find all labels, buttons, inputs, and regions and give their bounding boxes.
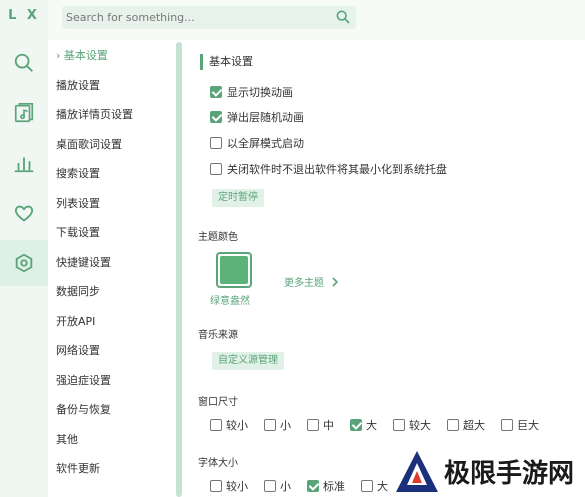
nav-item-download[interactable]: 下载设置 <box>56 223 100 243</box>
settings-content: 基本设置 显示切换动画 弹出层随机动画 以全屏模式启动 关闭软件时不退出软件将其… <box>182 40 585 497</box>
nav-item-open-api[interactable]: 开放API <box>56 312 95 332</box>
rail-leaderboard[interactable] <box>0 140 48 186</box>
nav-item-hotkey[interactable]: 快捷键设置 <box>56 253 111 273</box>
rail-settings[interactable] <box>0 240 48 286</box>
timer-pause-button[interactable]: 定时暂停 <box>212 189 264 207</box>
theme-swatch-current[interactable] <box>216 252 252 288</box>
window-size-huge[interactable]: 巨大 <box>501 417 539 433</box>
site-watermark: 极限手游网 <box>394 446 585 497</box>
window-size-title: 窗口尺寸 <box>198 397 238 408</box>
option-fullscreen-start[interactable]: 以全屏模式启动 <box>210 135 304 151</box>
sidebar-rail: L X <box>0 0 48 497</box>
window-size-medium[interactable]: 中 <box>307 417 334 433</box>
rail-my-list[interactable] <box>0 90 48 136</box>
window-size-large[interactable]: 大 <box>350 417 377 433</box>
font-size-large[interactable]: 大 <box>361 478 388 494</box>
chevron-right-icon <box>332 276 339 287</box>
nav-item-odc[interactable]: 强迫症设置 <box>56 371 111 391</box>
font-size-options: 较小 小 标准 大 <box>210 478 404 494</box>
nav-item-network[interactable]: 网络设置 <box>56 341 100 361</box>
heart-icon <box>14 205 34 222</box>
window-size-larger[interactable]: 较大 <box>393 417 431 433</box>
option-show-switch-animation[interactable]: 显示切换动画 <box>210 84 293 100</box>
nav-item-play-detail[interactable]: 播放详情页设置 <box>56 105 133 125</box>
search-icon[interactable] <box>335 9 351 25</box>
settings-icon <box>15 253 33 273</box>
nav-item-sync[interactable]: 数据同步 <box>56 282 100 302</box>
music-file-icon <box>14 103 34 123</box>
rail-search[interactable] <box>0 40 48 86</box>
custom-source-manage-button[interactable]: 自定义源管理 <box>212 352 284 370</box>
nav-item-update[interactable]: 软件更新 <box>56 459 100 479</box>
more-themes-link[interactable]: 更多主题 <box>284 274 340 289</box>
font-size-smaller[interactable]: 较小 <box>210 478 248 494</box>
theme-name: 绿意盎然 <box>210 296 250 307</box>
window-size-extra-large[interactable]: 超大 <box>447 417 485 433</box>
watermark-text: 极限手游网 <box>444 459 575 489</box>
window-size-smaller[interactable]: 较小 <box>210 417 248 433</box>
option-random-popup-animation[interactable]: 弹出层随机动画 <box>210 109 304 125</box>
music-source-title: 音乐来源 <box>198 330 238 341</box>
nav-item-other[interactable]: 其他 <box>56 430 78 450</box>
checkbox[interactable] <box>210 163 222 175</box>
theme-title: 主题颜色 <box>198 232 238 243</box>
search-input[interactable] <box>62 6 322 29</box>
top-bar <box>48 0 585 40</box>
nav-item-basic[interactable]: › 基本设置 <box>56 46 108 66</box>
window-size-small[interactable]: 小 <box>264 417 291 433</box>
watermark-logo-icon <box>396 450 438 492</box>
search-icon <box>14 53 33 72</box>
bar-chart-icon <box>14 157 34 173</box>
checkbox[interactable] <box>210 111 222 123</box>
checkbox[interactable] <box>210 137 222 149</box>
section-title-basic: 基本设置 <box>200 54 253 70</box>
font-size-small[interactable]: 小 <box>264 478 291 494</box>
rail-favorites[interactable] <box>0 190 48 236</box>
nav-item-list[interactable]: 列表设置 <box>56 194 100 214</box>
font-size-title: 字体大小 <box>198 458 238 469</box>
window-size-options: 较小 小 中 大 较大 超大 巨大 <box>210 417 555 433</box>
app-logo: L X <box>8 8 40 23</box>
search-box <box>62 6 356 29</box>
nav-item-search[interactable]: 搜索设置 <box>56 164 100 184</box>
option-minimize-to-tray[interactable]: 关闭软件时不退出软件将其最小化到系统托盘 <box>210 161 447 177</box>
nav-item-desktop-lyric[interactable]: 桌面歌词设置 <box>56 135 122 155</box>
nav-item-play[interactable]: 播放设置 <box>56 76 100 96</box>
settings-nav: › 基本设置 播放设置 播放详情页设置 桌面歌词设置 搜索设置 列表设置 下载设… <box>48 40 182 497</box>
nav-item-backup[interactable]: 备份与恢复 <box>56 400 111 420</box>
font-size-standard[interactable]: 标准 <box>307 478 345 494</box>
checkbox[interactable] <box>210 86 222 98</box>
